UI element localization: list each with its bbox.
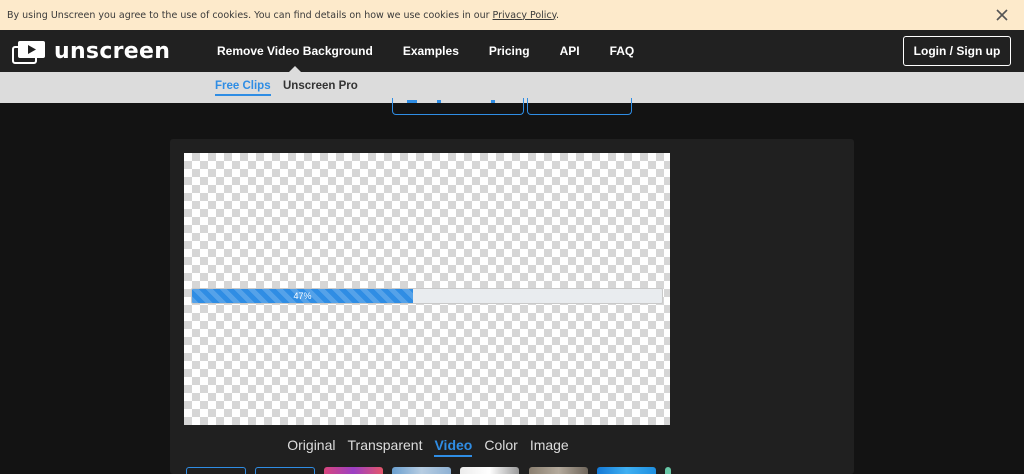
upload-clip-button[interactable] [392, 98, 524, 115]
tab-original[interactable]: Original [287, 437, 335, 457]
top-header: unscreen Remove Video Background Example… [0, 30, 1024, 72]
editor-panel: 47% Original Transparent Video Color Ima… [170, 139, 854, 474]
progress-label: 47% [293, 291, 312, 301]
tab-transparent[interactable]: Transparent [348, 437, 423, 457]
play-icon [12, 41, 45, 64]
subnav-free-clips[interactable]: Free Clips [215, 80, 271, 96]
transparent-preview-canvas: 47% [184, 153, 670, 425]
subnav-unscreen-pro[interactable]: Unscreen Pro [283, 80, 358, 92]
thumbnail-option[interactable] [392, 467, 451, 474]
thumbnail-option[interactable] [255, 467, 315, 474]
view-mode-tabs: Original Transparent Video Color Image [170, 437, 686, 457]
thumbnail-option[interactable] [186, 467, 246, 474]
login-signup-button[interactable]: Login / Sign up [903, 36, 1011, 66]
logo[interactable]: unscreen [12, 40, 170, 64]
thumbnail-option[interactable] [665, 467, 671, 474]
nav-remove-video-background[interactable]: Remove Video Background [217, 30, 373, 72]
processing-progress-bar: 47% [191, 288, 663, 304]
thumbnail-option[interactable] [597, 467, 656, 474]
logo-text: unscreen [54, 39, 171, 64]
tab-image[interactable]: Image [530, 437, 569, 457]
cookie-banner: By using Unscreen you agree to the use o… [0, 0, 1024, 30]
tab-video[interactable]: Video [434, 437, 473, 457]
search-clip-button[interactable] [527, 98, 632, 115]
nav-faq[interactable]: FAQ [610, 30, 635, 72]
privacy-policy-link[interactable]: Privacy Policy [493, 10, 556, 21]
thumbnail-option[interactable] [529, 467, 588, 474]
thumbnail-option[interactable] [324, 467, 383, 474]
close-icon[interactable] [994, 7, 1010, 23]
nav-pricing[interactable]: Pricing [489, 30, 530, 72]
main-nav: Remove Video Background Examples Pricing… [217, 30, 664, 72]
tab-color[interactable]: Color [484, 437, 517, 457]
thumbnail-option[interactable] [460, 467, 519, 474]
cookie-message: By using Unscreen you agree to the use o… [7, 9, 559, 21]
nav-examples[interactable]: Examples [403, 30, 459, 72]
nav-api[interactable]: API [560, 30, 580, 72]
